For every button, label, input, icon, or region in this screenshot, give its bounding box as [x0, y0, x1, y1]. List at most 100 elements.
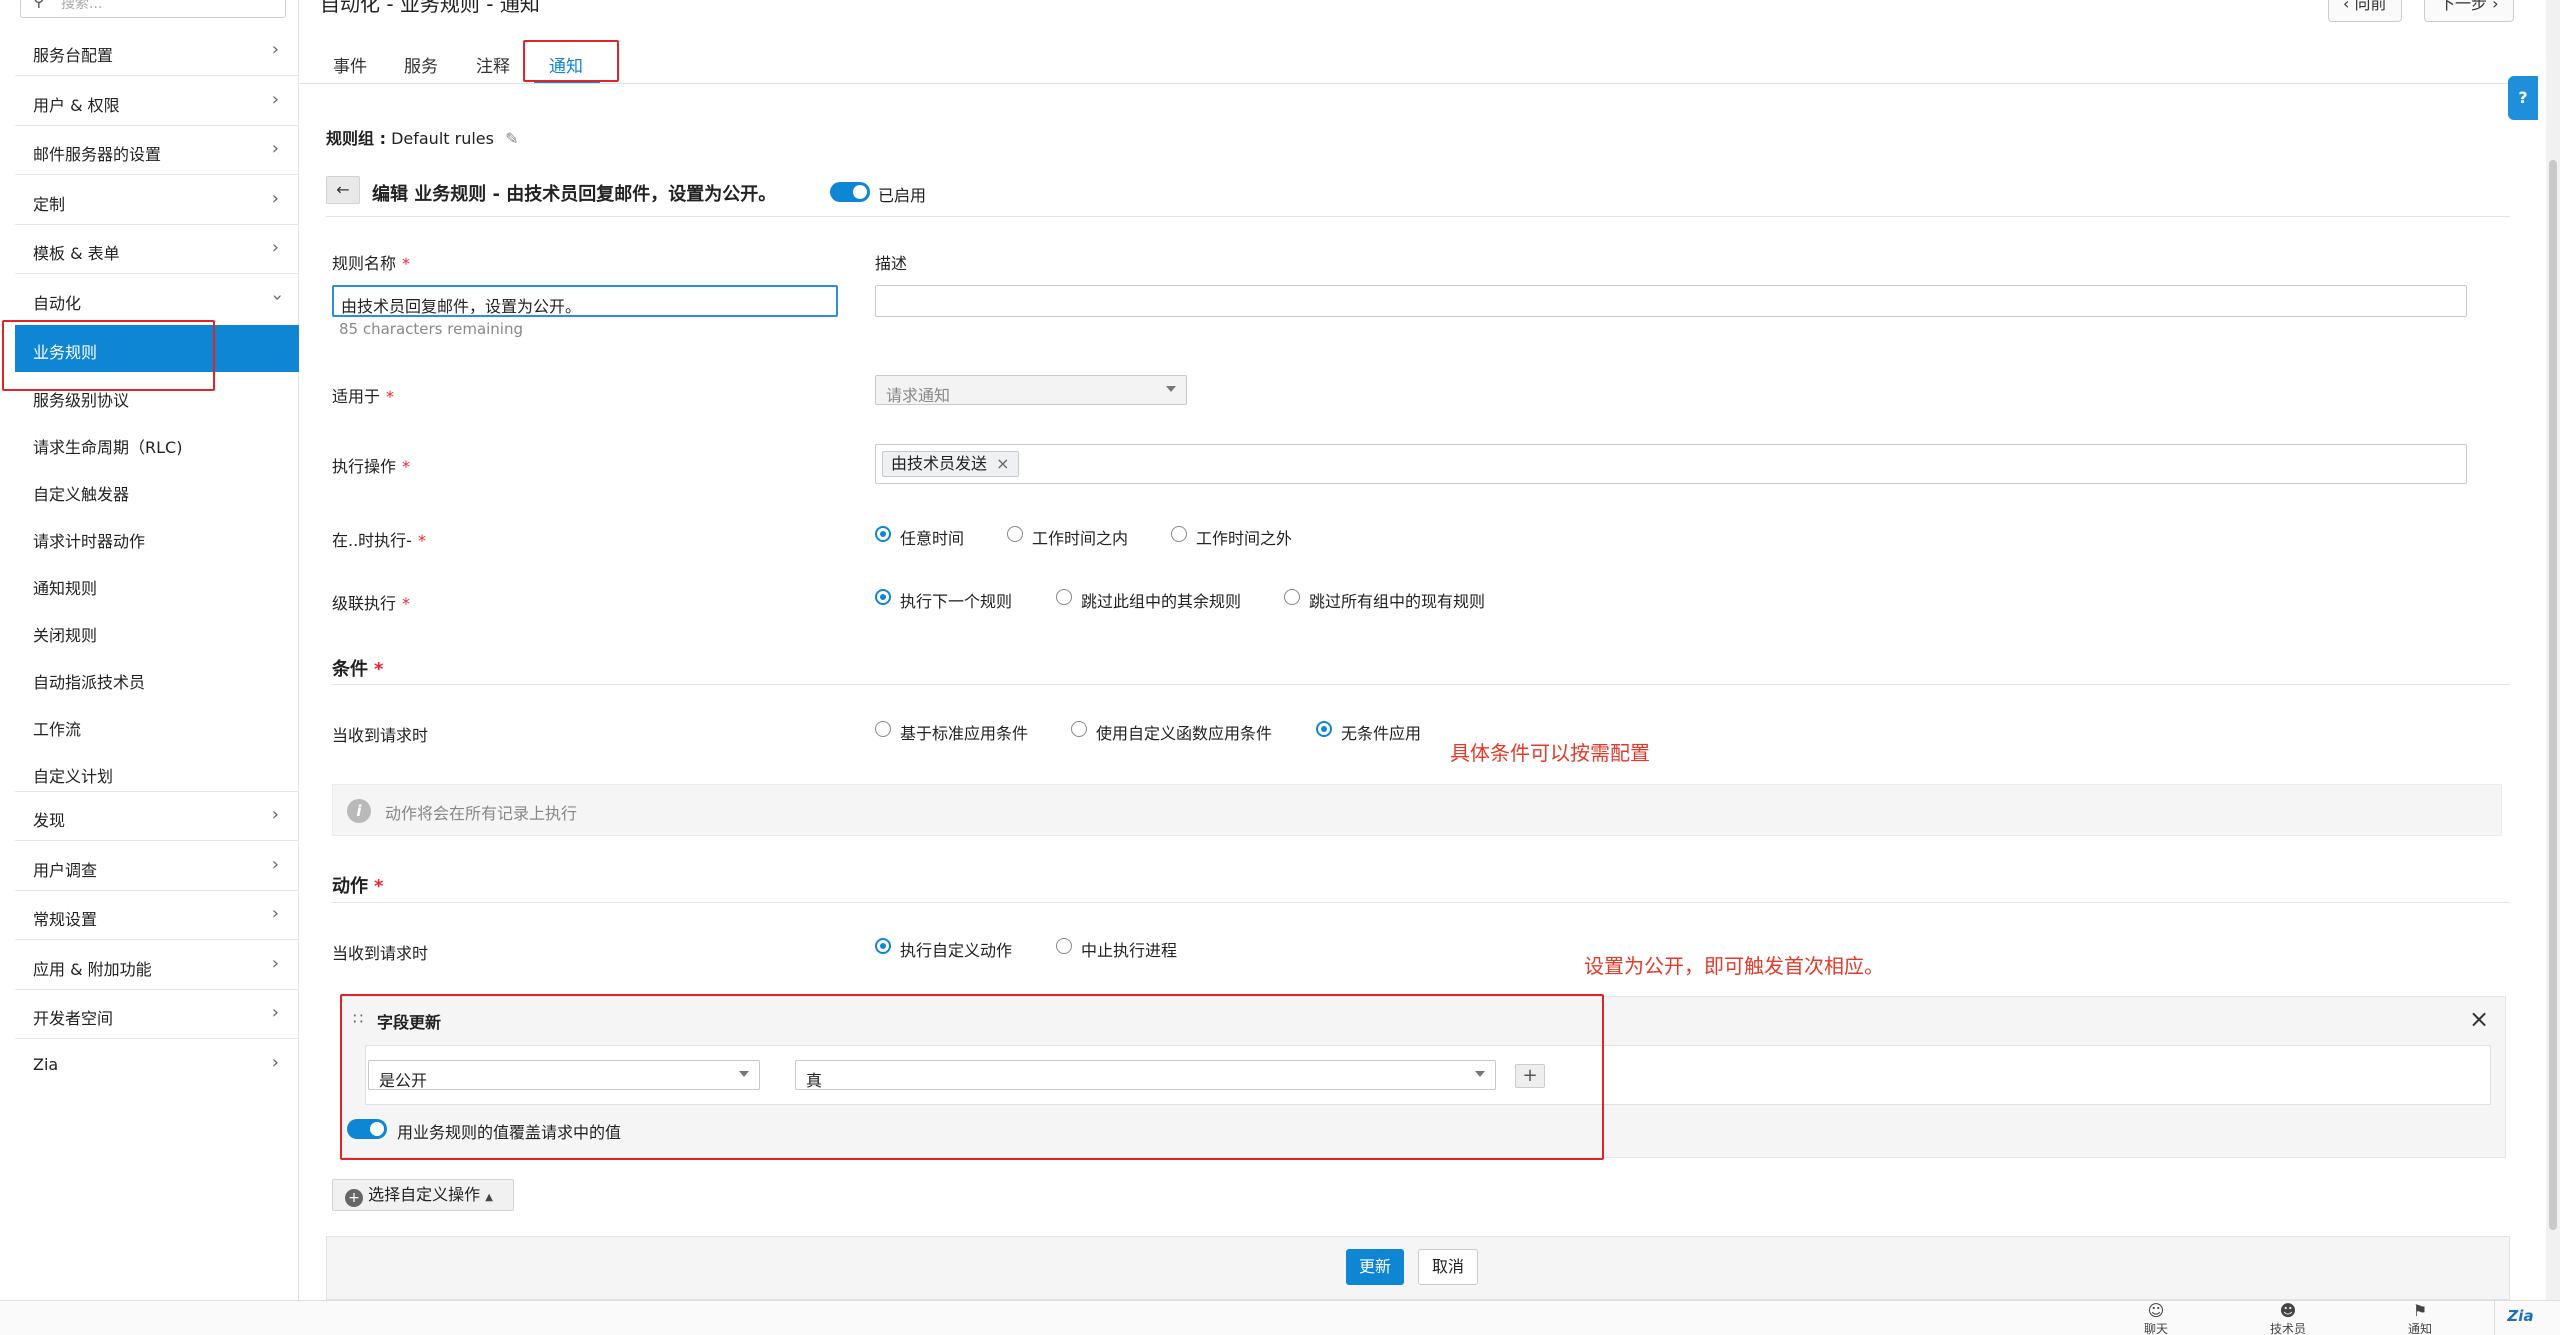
chevron-right-icon: › [271, 953, 279, 974]
enabled-label: 已启用 [878, 186, 927, 205]
annotation-box-tab [523, 40, 619, 82]
sidebar-item-label: 服务台配置 [33, 46, 114, 65]
sidebar-sub-custom-triggers[interactable]: 自定义触发器 [15, 467, 299, 514]
edit-pencil-icon[interactable]: ✎ [505, 129, 518, 148]
chat-button[interactable]: ☺ 聊天 [2126, 1302, 2186, 1335]
update-button[interactable]: 更新 [1346, 1249, 1404, 1285]
section-divider [332, 684, 2510, 685]
sidebar-item-apps-addons[interactable]: 应用 & 附加功能 › [15, 941, 299, 990]
radio-no-condition-label: 无条件应用 [1341, 724, 1422, 743]
sidebar-item-general-settings[interactable]: 常规设置 › [15, 891, 299, 940]
enabled-toggle[interactable] [830, 182, 870, 202]
sidebar-item-users-permissions[interactable]: 用户 & 权限 › [15, 77, 299, 126]
sidebar-item-templates-forms[interactable]: 模板 & 表单 › [15, 225, 299, 274]
sidebar-item-label: 模板 & 表单 [33, 244, 120, 263]
section-divider [332, 902, 2510, 903]
sidebar-item-helpdesk-config[interactable]: 服务台配置 › [15, 27, 299, 76]
sidebar-item-label: 自动化 [33, 294, 82, 313]
sidebar-sub-workflow[interactable]: 工作流 [15, 702, 299, 749]
actions-when-label: 当收到请求时 [332, 944, 429, 963]
back-arrow-icon[interactable]: ← [326, 176, 360, 204]
sidebar-item-label: 用户 & 权限 [33, 96, 120, 115]
sidebar-sub-label: 自定义计划 [33, 767, 114, 786]
close-icon[interactable]: × [2469, 1005, 2489, 1033]
radio-anytime[interactable] [875, 526, 891, 542]
chevron-right-icon: › [271, 1002, 279, 1023]
technicians-button[interactable]: ☻ 技术员 [2258, 1302, 2318, 1335]
sidebar-sub-rlc[interactable]: 请求生命周期（RLC) [15, 420, 299, 467]
tab-services[interactable]: 服务 [404, 52, 438, 77]
help-icon[interactable]: ? [2508, 76, 2538, 120]
prev-button-label: 向前 [2354, 0, 2387, 13]
radio-standard-conditions[interactable] [875, 721, 891, 737]
radio-skip-all[interactable] [1284, 589, 1300, 605]
tab-events[interactable]: 事件 [333, 52, 367, 77]
radio-anytime-label: 任意时间 [900, 529, 965, 548]
chevron-right-icon: › [271, 903, 279, 924]
sidebar-sub-label: 关闭规则 [33, 626, 98, 645]
sidebar-sub-notification-rules[interactable]: 通知规则 [15, 561, 299, 608]
radio-standard-conditions-label: 基于标准应用条件 [900, 724, 1029, 743]
radio-stop-execution[interactable] [1056, 938, 1072, 954]
sidebar-item-mail-server[interactable]: 邮件服务器的设置 › [15, 126, 299, 175]
sidebar-sub-auto-assign[interactable]: 自动指派技术员 [15, 655, 299, 702]
radio-no-condition[interactable] [1316, 721, 1332, 737]
tabs-divider [300, 83, 2525, 84]
sidebar-sub-label: 自定义触发器 [33, 485, 130, 504]
zia-button[interactable]: Zia [2494, 1300, 2546, 1335]
sidebar-item-zia[interactable]: Zia › [15, 1040, 299, 1089]
notifications-label: 通知 [2407, 1322, 2432, 1335]
sidebar-item-label: 常规设置 [33, 910, 98, 929]
sidebar-sub-label: 请求计时器动作 [33, 532, 146, 551]
sidebar-sub-label: 自动指派技术员 [33, 673, 146, 692]
annotation-actions: 设置为公开，即可触发首次相应。 [1584, 954, 1884, 978]
rule-group-label: 规则组 : [326, 129, 386, 148]
tab-comments[interactable]: 注释 [476, 52, 510, 77]
sidebar-sub-custom-schedule[interactable]: 自定义计划 [15, 749, 299, 792]
technicians-label: 技术员 [2269, 1322, 2306, 1335]
prev-button[interactable]: ‹ 向前 [2328, 0, 2402, 22]
notifications-button[interactable]: ⚑ 通知 [2390, 1301, 2450, 1335]
sidebar-sub-close-rules[interactable]: 关闭规则 [15, 608, 299, 655]
remove-tag-icon[interactable]: × [996, 454, 1009, 473]
radio-custom-function[interactable] [1071, 721, 1087, 737]
sidebar-sub-label: 请求生命周期（RLC) [33, 438, 183, 457]
chars-remaining: 85 characters remaining [339, 320, 524, 338]
annotation-box-actions [340, 994, 1604, 1160]
sidebar-item-label: Zia [33, 1055, 59, 1074]
sidebar: ⚲ 搜索... 服务台配置 › 用户 & 权限 › 邮件服务器的设置 › 定制 … [0, 0, 299, 1300]
chat-label: 聊天 [2143, 1322, 2168, 1335]
radio-custom-action[interactable] [875, 938, 891, 954]
radio-execute-next[interactable] [875, 589, 891, 605]
radio-within-hours[interactable] [1007, 526, 1023, 542]
execute-on-input[interactable]: 由技术员发送 × [875, 444, 2467, 484]
sidebar-sub-timer-actions[interactable]: 请求计时器动作 [15, 514, 299, 561]
sidebar-search[interactable]: ⚲ 搜索... [20, 0, 286, 18]
applies-to-value: 请求通知 [886, 386, 951, 405]
radio-outside-hours[interactable] [1171, 526, 1187, 542]
page-title: 自动化 - 业务规则 - 通知 [320, 0, 540, 16]
sidebar-item-developer-space[interactable]: 开发者空间 › [15, 990, 299, 1039]
next-button-label: 下一步 [2439, 0, 2488, 13]
radio-skip-all-label: 跳过所有组中的现有规则 [1309, 592, 1486, 611]
chevron-right-icon: › [271, 39, 279, 60]
rule-name-input[interactable]: 由技术员回复邮件，设置为公开。 [332, 285, 838, 317]
sidebar-item-automation[interactable]: 自动化 › [15, 275, 299, 324]
select-custom-action-label: 选择自定义操作 [368, 1185, 481, 1204]
rule-group-value: Default rules [391, 129, 494, 148]
select-custom-action-button[interactable]: + 选择自定义操作 ▲ [332, 1179, 514, 1211]
next-button[interactable]: 下一步 › [2424, 0, 2514, 22]
sidebar-item-user-survey[interactable]: 用户调查 › [15, 842, 299, 891]
sidebar-item-label: 开发者空间 [33, 1009, 114, 1028]
bell-icon: ⚑ [2412, 1301, 2428, 1320]
radio-outside-hours-label: 工作时间之外 [1196, 529, 1293, 548]
description-input[interactable] [875, 285, 2467, 317]
applies-to-select[interactable]: 请求通知 [875, 375, 1187, 405]
radio-skip-group[interactable] [1056, 589, 1072, 605]
sidebar-item-customization[interactable]: 定制 › [15, 176, 299, 225]
execute-on-label: 执行操作 * [332, 457, 411, 476]
chevron-right-icon: › [271, 89, 279, 110]
scrollbar-thumb[interactable] [2549, 160, 2557, 1230]
cancel-button[interactable]: 取消 [1418, 1249, 1478, 1285]
sidebar-item-discovery[interactable]: 发现 › [15, 792, 299, 841]
